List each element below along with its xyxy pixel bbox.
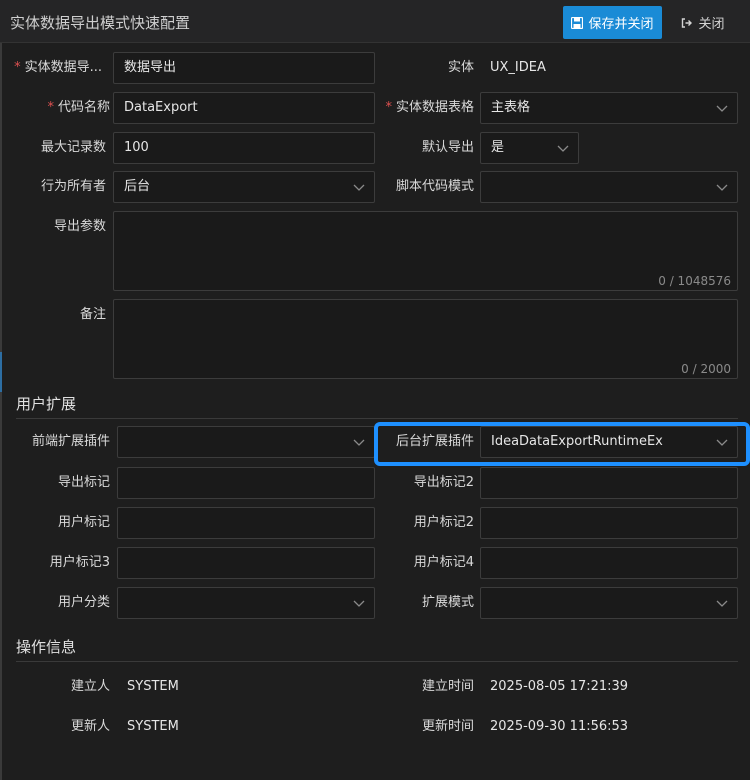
user-tag3-input[interactable]	[117, 547, 375, 579]
creator-label: 建立人	[70, 679, 110, 694]
max-records-label: 最大记录数	[40, 140, 106, 155]
char-counter: 0 / 2000	[681, 362, 731, 376]
front-plugin-select[interactable]	[117, 426, 375, 458]
code-name-label: * 代码名称	[47, 100, 110, 115]
dialog-title: 实体数据导出模式快速配置	[10, 14, 191, 32]
close-button[interactable]: 关闭	[668, 6, 738, 39]
behavior-owner-label: 行为所有者	[40, 179, 106, 194]
user-tag-input[interactable]	[117, 507, 375, 539]
max-records-input[interactable]: 100	[113, 132, 375, 164]
user-tag3-label: 用户标记3	[49, 555, 110, 570]
chevron-down-icon	[716, 105, 728, 112]
chevron-down-icon	[353, 439, 365, 446]
focus-highlight-box	[374, 422, 750, 466]
script-mode-select[interactable]	[480, 171, 738, 203]
edge-marker-active	[0, 352, 2, 392]
export-tag-label: 导出标记	[57, 475, 110, 490]
char-counter: 0 / 1048576	[658, 274, 731, 288]
export-params-textarea[interactable]: 0 / 1048576	[113, 211, 738, 291]
export-tag2-label: 导出标记2	[413, 475, 474, 490]
created-time-label: 建立时间	[421, 679, 474, 694]
behavior-owner-select-value: 后台	[124, 179, 151, 194]
dialog-header: 实体数据导出模式快速配置 保存并关闭 关闭	[0, 0, 750, 43]
chevron-down-icon	[716, 184, 728, 191]
export-tag-input[interactable]	[117, 467, 375, 499]
export-params-label: 导出参数	[53, 219, 106, 234]
user-category-select[interactable]	[117, 587, 375, 619]
memo-label: 备注	[79, 307, 106, 322]
user-tag4-label: 用户标记4	[413, 555, 474, 570]
creator-value: SYSTEM	[127, 679, 179, 694]
updated-time-label: 更新时间	[421, 719, 474, 734]
updated-time-value: 2025-09-30 11:56:53	[490, 719, 629, 734]
user-tag2-label: 用户标记2	[413, 515, 474, 530]
entity-value: UX_IDEA	[490, 60, 546, 75]
memo-textarea[interactable]: 0 / 2000	[113, 299, 738, 379]
name-input[interactable]: 数据导出	[113, 52, 375, 84]
entity-table-select[interactable]: 主表格	[480, 92, 738, 124]
user-category-label: 用户分类	[57, 595, 110, 610]
section-divider	[16, 418, 738, 419]
section-title-user-ext: 用户扩展	[16, 395, 77, 413]
user-tag2-input[interactable]	[480, 507, 738, 539]
name-field-label: * 实体数据导...	[14, 60, 102, 75]
default-export-label: 默认导出	[421, 140, 474, 155]
required-mark: *	[385, 100, 392, 115]
section-title-op-info: 操作信息	[16, 638, 77, 656]
sign-out-icon	[681, 17, 693, 29]
default-export-select-value: 是	[491, 140, 505, 155]
behavior-owner-select[interactable]: 后台	[113, 171, 375, 203]
required-mark: *	[14, 60, 21, 75]
entity-table-select-value: 主表格	[491, 100, 531, 115]
user-tag4-input[interactable]	[480, 547, 738, 579]
default-export-select[interactable]: 是	[480, 132, 579, 164]
ext-mode-label: 扩展模式	[421, 595, 474, 610]
entity-table-label: * 实体数据表格	[385, 100, 474, 115]
window-edge	[0, 0, 2, 780]
save-icon	[571, 16, 584, 29]
entity-label: 实体	[447, 60, 474, 75]
chevron-down-icon	[557, 145, 569, 152]
chevron-down-icon	[353, 184, 365, 191]
updater-value: SYSTEM	[127, 719, 179, 734]
chevron-down-icon	[353, 600, 365, 607]
save-and-close-button[interactable]: 保存并关闭	[563, 6, 662, 39]
code-name-input[interactable]: DataExport	[113, 92, 375, 124]
user-tag-label: 用户标记	[57, 515, 110, 530]
save-and-close-label: 保存并关闭	[588, 17, 654, 32]
required-mark: *	[47, 100, 54, 115]
export-tag2-input[interactable]	[480, 467, 738, 499]
created-time-value: 2025-08-05 17:21:39	[490, 679, 629, 694]
script-mode-label: 脚本代码模式	[395, 179, 474, 194]
close-label: 关闭	[698, 17, 725, 32]
ext-mode-select[interactable]	[480, 587, 738, 619]
front-plugin-label: 前端扩展插件	[31, 434, 110, 449]
chevron-down-icon	[716, 600, 728, 607]
section-divider	[16, 661, 738, 662]
updater-label: 更新人	[70, 719, 110, 734]
